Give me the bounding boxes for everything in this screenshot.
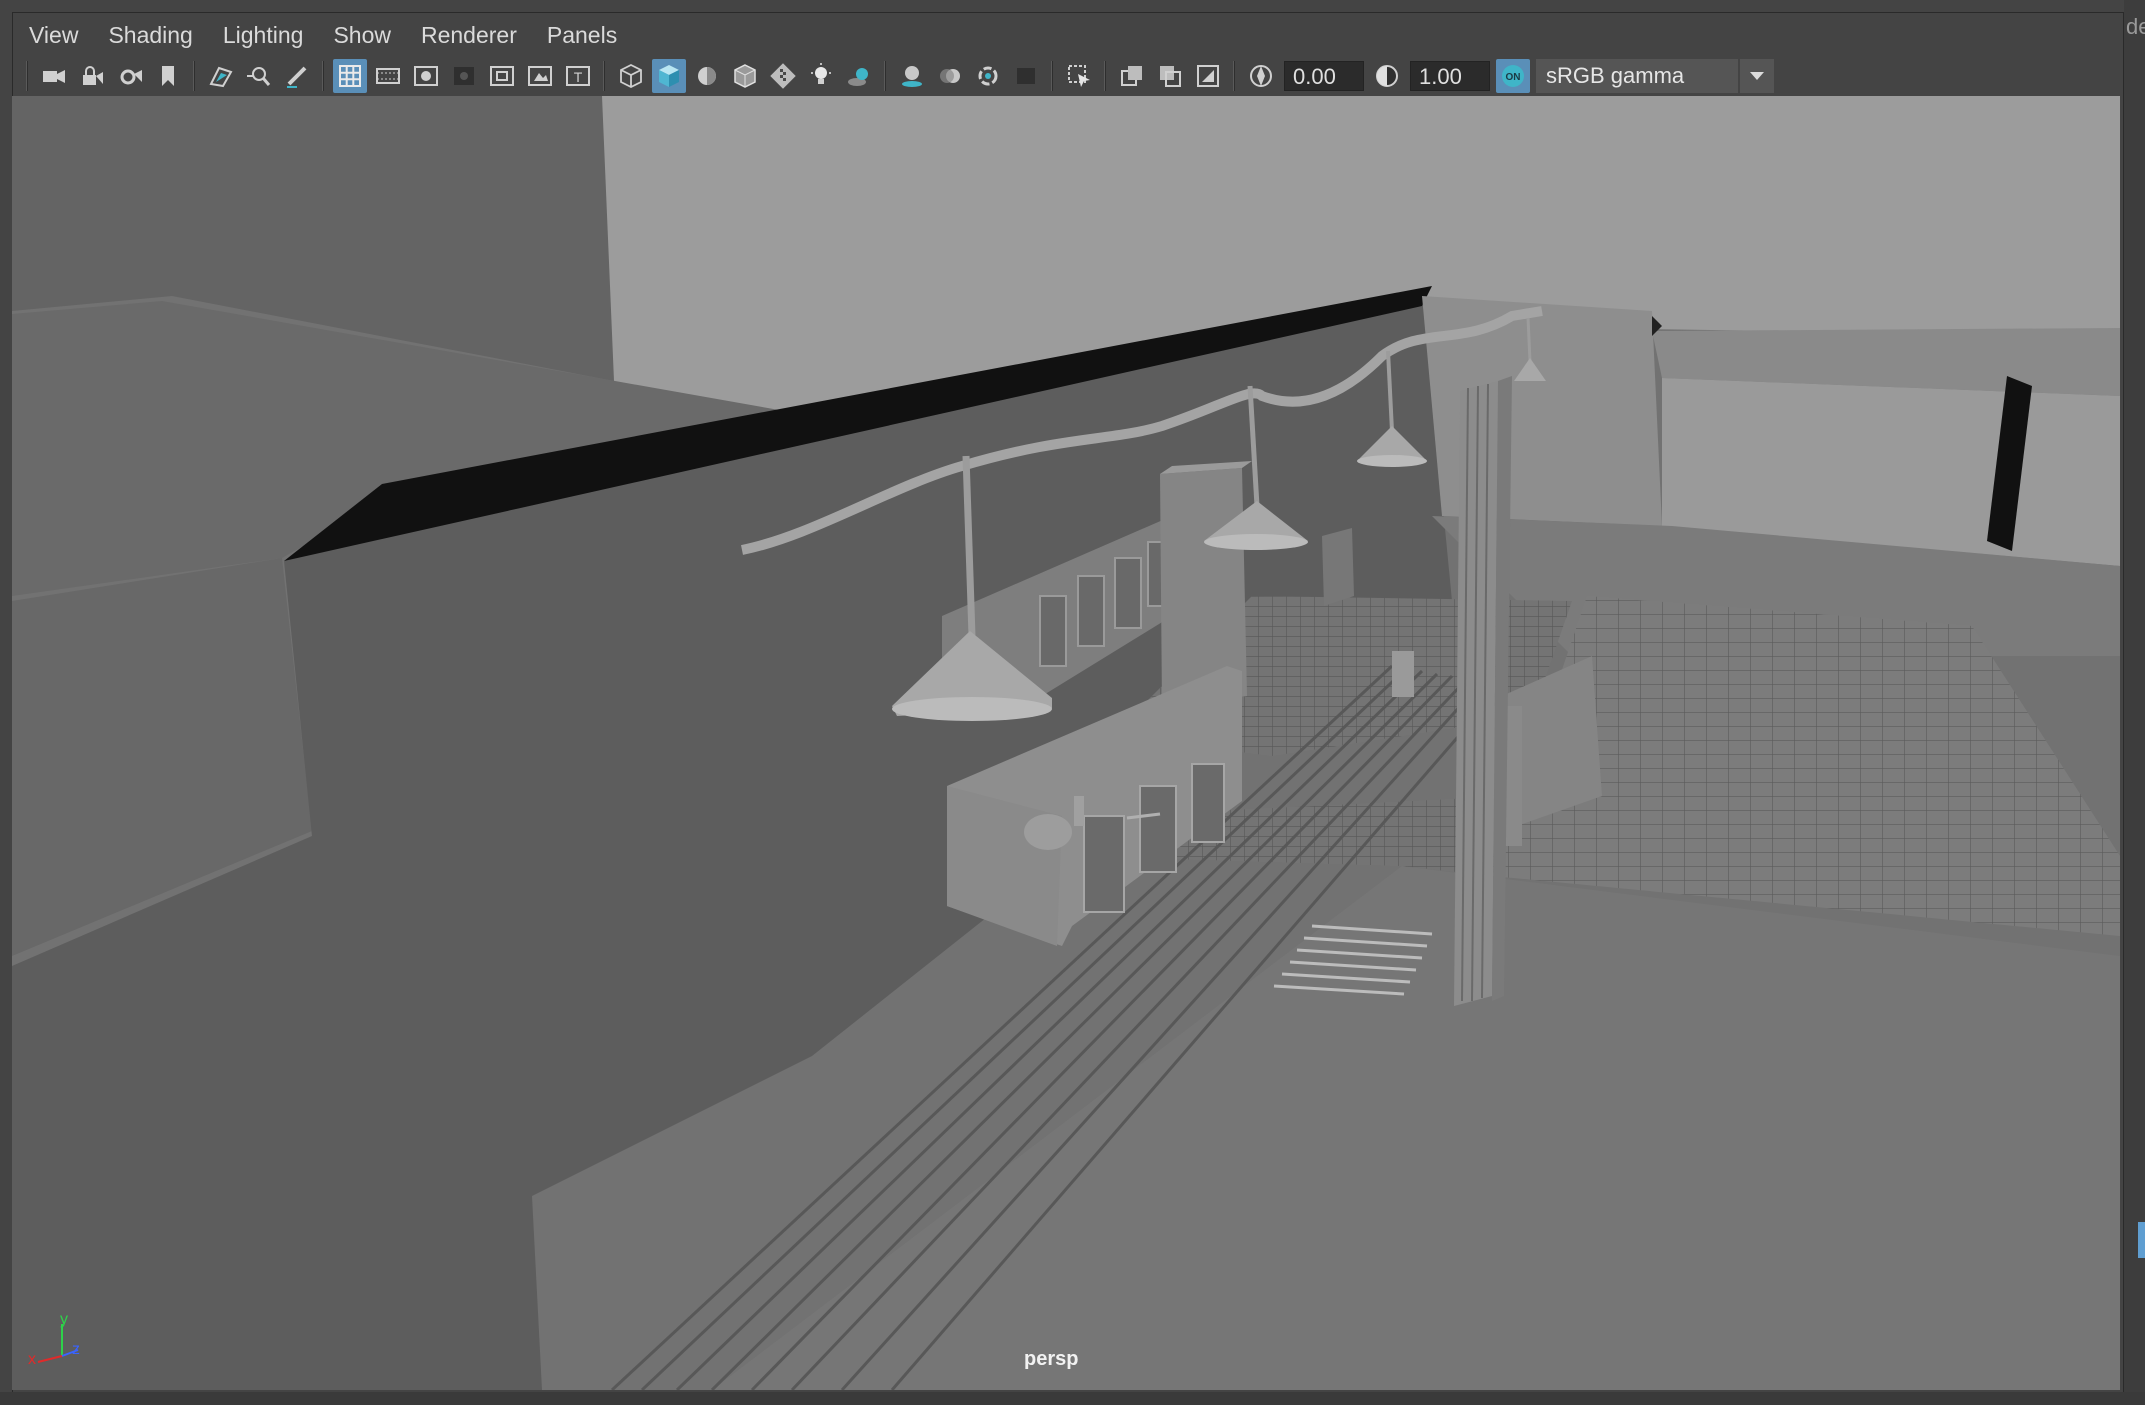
- menu-view[interactable]: View: [12, 14, 93, 56]
- toolbar-separator: [1104, 61, 1107, 91]
- bookmark-icon[interactable]: [151, 59, 185, 93]
- grease-pencil-icon[interactable]: [280, 59, 314, 93]
- select-camera-icon[interactable]: [37, 59, 71, 93]
- backface-culling-icon[interactable]: [1153, 59, 1187, 93]
- safe-title-icon[interactable]: T: [561, 59, 595, 93]
- exposure-icon[interactable]: [1244, 59, 1278, 93]
- resolution-gate-icon[interactable]: [409, 59, 443, 93]
- use-all-lights-icon[interactable]: [804, 59, 838, 93]
- lock-camera-icon[interactable]: [75, 59, 109, 93]
- axis-x-label: x: [28, 1351, 36, 1368]
- menu-show[interactable]: Show: [318, 14, 406, 56]
- shadows-icon[interactable]: [842, 59, 876, 93]
- gate-mask-icon[interactable]: [447, 59, 481, 93]
- toolbar-separator: [603, 61, 606, 91]
- axis-z-label: z: [72, 1341, 80, 1358]
- exposure-field[interactable]: 0.00: [1284, 61, 1364, 91]
- toolbar-separator: [193, 61, 196, 91]
- gamma-icon[interactable]: [1370, 59, 1404, 93]
- svg-text:T: T: [574, 69, 583, 85]
- safe-action-icon[interactable]: [523, 59, 557, 93]
- menu-renderer[interactable]: Renderer: [406, 14, 532, 56]
- grid-icon[interactable]: [333, 59, 367, 93]
- panel-toolbar: T 0.00 1.00 ON sRGB gamma: [12, 56, 2122, 96]
- adjacent-panel-text: de: [2126, 14, 2145, 39]
- isolate-select-icon[interactable]: [1062, 59, 1096, 93]
- xray-icon[interactable]: [766, 59, 800, 93]
- 2d-pan-zoom-icon[interactable]: [242, 59, 276, 93]
- camera-name-label: persp: [1024, 1348, 1079, 1370]
- toolbar-separator: [26, 61, 29, 91]
- film-gate-icon[interactable]: [371, 59, 405, 93]
- toolbar-separator: [322, 61, 325, 91]
- adjacent-panel-edge: [2124, 0, 2145, 1405]
- menu-lighting[interactable]: Lighting: [208, 14, 319, 56]
- scene-render: [12, 96, 2120, 1390]
- bottom-strip: [0, 1392, 2145, 1405]
- depth-of-field-icon[interactable]: [1009, 59, 1043, 93]
- menu-panels[interactable]: Panels: [532, 14, 632, 56]
- color-space-dropdown[interactable]: sRGB gamma: [1536, 59, 1738, 93]
- panel-menu-bar: View Shading Lighting Show Renderer Pane…: [12, 14, 2122, 56]
- screen-space-ao-icon[interactable]: [895, 59, 929, 93]
- toolbar-separator: [1233, 61, 1236, 91]
- color-management-badge: ON: [1506, 72, 1521, 83]
- wireframe-icon[interactable]: [614, 59, 648, 93]
- 3d-viewport[interactable]: persp: [12, 96, 2120, 1390]
- smooth-shade-icon[interactable]: [652, 59, 686, 93]
- axis-y-label: y: [60, 1311, 68, 1328]
- toolbar-separator: [1051, 61, 1054, 91]
- field-chart-icon[interactable]: [485, 59, 519, 93]
- image-plane-icon[interactable]: [204, 59, 238, 93]
- toolbar-separator: [884, 61, 887, 91]
- anti-aliasing-icon[interactable]: [971, 59, 1005, 93]
- wireframe-on-shaded-icon[interactable]: [728, 59, 762, 93]
- menu-shading[interactable]: Shading: [93, 14, 207, 56]
- default-material-icon[interactable]: [690, 59, 724, 93]
- xray-joints-icon[interactable]: [1115, 59, 1149, 93]
- color-management-icon[interactable]: ON: [1496, 59, 1530, 93]
- shaded-selection-icon[interactable]: [1191, 59, 1225, 93]
- chevron-down-icon[interactable]: [1740, 59, 1774, 93]
- gamma-field[interactable]: 1.00: [1410, 61, 1490, 91]
- camera-attributes-icon[interactable]: [113, 59, 147, 93]
- motion-blur-icon[interactable]: [933, 59, 967, 93]
- axis-indicator: y x z: [28, 1311, 80, 1368]
- side-scroll-tab[interactable]: [2138, 1222, 2145, 1258]
